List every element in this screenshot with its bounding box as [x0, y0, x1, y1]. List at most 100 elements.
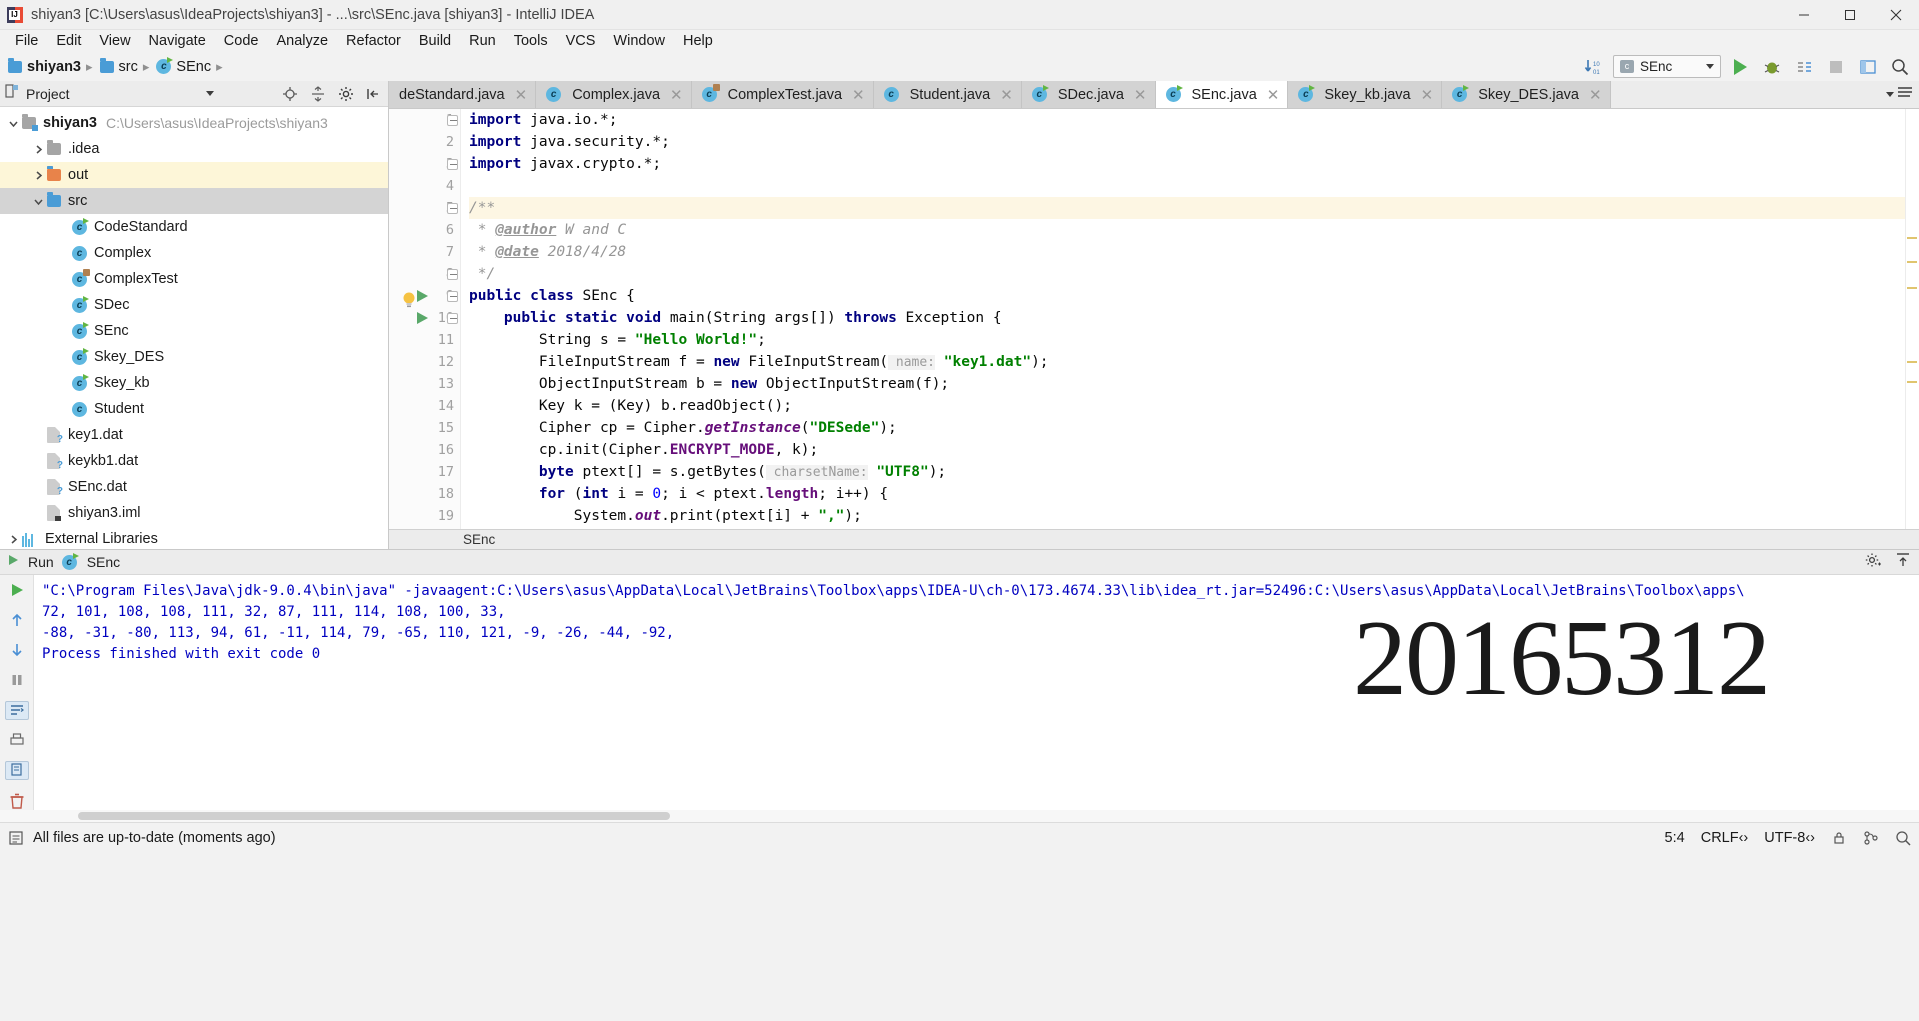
scrollbar-thumb[interactable]: [78, 812, 670, 820]
run-configuration-selector[interactable]: SEnc: [1613, 55, 1721, 78]
breadcrumb-senc[interactable]: c SEnc ▸: [156, 57, 227, 75]
chevron-right-icon[interactable]: [29, 144, 47, 155]
menu-view[interactable]: View: [90, 32, 139, 50]
fold-icon[interactable]: [447, 202, 458, 214]
editor-tab-skey-des-java[interactable]: c Skey_DES.java ✕: [1442, 81, 1611, 108]
chevron-right-icon[interactable]: [29, 170, 47, 181]
hide-icon[interactable]: [1895, 552, 1911, 573]
inspection-icon[interactable]: [1895, 830, 1911, 846]
editor-tab-complextest-java[interactable]: c ComplexTest.java ✕: [691, 81, 874, 108]
run-gutter-icon[interactable]: [417, 290, 428, 302]
code-content[interactable]: import java.io.*; import java.security.*;…: [461, 109, 1919, 529]
breadcrumb-src[interactable]: src ▸: [99, 57, 155, 75]
close-icon[interactable]: ✕: [1589, 86, 1602, 104]
rerun-button[interactable]: [5, 581, 29, 600]
debug-button[interactable]: [1759, 55, 1785, 79]
close-icon[interactable]: ✕: [1267, 86, 1280, 104]
chevron-down-icon[interactable]: [1886, 92, 1894, 97]
file-encoding[interactable]: UTF-8‹›: [1764, 830, 1815, 846]
fold-icon[interactable]: [447, 268, 458, 280]
line-separator[interactable]: CRLF‹›: [1701, 830, 1749, 846]
chevron-down-icon[interactable]: [205, 91, 214, 96]
clear-all-button[interactable]: [5, 791, 29, 810]
fold-icon[interactable]: [447, 158, 458, 170]
tree-node-key1-dat[interactable]: key1.dat: [0, 422, 388, 448]
menu-code[interactable]: Code: [215, 32, 268, 50]
tree-node-skey-kb[interactable]: c Skey_kb: [0, 370, 388, 396]
menu-run[interactable]: Run: [460, 32, 505, 50]
close-button[interactable]: [1873, 0, 1919, 30]
console-output[interactable]: "C:\Program Files\Java\jdk-9.0.4\bin\jav…: [34, 575, 1919, 810]
editor-tab-senc-java[interactable]: c SEnc.java ✕: [1155, 81, 1289, 108]
branch-icon[interactable]: [1863, 830, 1879, 846]
tree-node--idea[interactable]: .idea: [0, 136, 388, 162]
editor-tab-skey-kb-java[interactable]: c Skey_kb.java ✕: [1288, 81, 1443, 108]
breadcrumb-shiyan3[interactable]: shiyan3 ▸: [8, 57, 98, 75]
tree-node-external-libraries[interactable]: External Libraries: [0, 526, 388, 549]
menu-refactor[interactable]: Refactor: [337, 32, 410, 50]
print-button[interactable]: [5, 731, 29, 750]
editor-gutter[interactable]: 1234567891011121314151617181920: [389, 109, 461, 529]
hide-icon[interactable]: [366, 86, 382, 102]
intention-bulb-icon[interactable]: [401, 291, 417, 309]
console-horizontal-scrollbar[interactable]: [0, 810, 1919, 822]
chevron-down-icon[interactable]: [29, 196, 47, 207]
settings-icon[interactable]: [1865, 552, 1881, 573]
editor-tab-sdec-java[interactable]: c SDec.java ✕: [1021, 81, 1156, 108]
close-icon[interactable]: ✕: [1421, 86, 1434, 104]
tree-node-shiyan3[interactable]: shiyan3 C:\Users\asus\IdeaProjects\shiyan…: [0, 110, 388, 136]
event-log-icon[interactable]: [8, 830, 24, 846]
fold-icon[interactable]: [447, 114, 458, 126]
menu-window[interactable]: Window: [604, 32, 674, 50]
update-project-icon[interactable]: 10 01: [1581, 55, 1607, 79]
editor-scrollbar[interactable]: [1905, 109, 1919, 529]
settings-icon[interactable]: [338, 86, 354, 102]
lock-icon[interactable]: [1831, 830, 1847, 846]
tree-node-sdec[interactable]: c SDec: [0, 292, 388, 318]
close-icon[interactable]: ✕: [515, 86, 528, 104]
tree-node-skey-des[interactable]: c Skey_DES: [0, 344, 388, 370]
search-icon[interactable]: [1887, 55, 1913, 79]
run-button[interactable]: [1727, 55, 1753, 79]
locate-icon[interactable]: [282, 86, 298, 102]
tree-node-student[interactable]: c Student: [0, 396, 388, 422]
fold-icon[interactable]: [447, 290, 458, 302]
tab-list-icon[interactable]: [1897, 85, 1913, 104]
tree-node-shiyan3-iml[interactable]: shiyan3.iml: [0, 500, 388, 526]
code-editor[interactable]: 1234567891011121314151617181920 import j…: [389, 109, 1919, 529]
editor-tab-student-java[interactable]: c Student.java ✕: [873, 81, 1022, 108]
menu-file[interactable]: File: [6, 32, 47, 50]
menu-edit[interactable]: Edit: [47, 32, 90, 50]
tree-node-senc-dat[interactable]: SEnc.dat: [0, 474, 388, 500]
tree-node-complextest[interactable]: c ComplexTest: [0, 266, 388, 292]
stop-button[interactable]: [1823, 55, 1849, 79]
pause-button[interactable]: [5, 671, 29, 690]
menu-vcs[interactable]: VCS: [557, 32, 605, 50]
run-panel-config[interactable]: c SEnc: [61, 552, 120, 570]
menu-navigate[interactable]: Navigate: [140, 32, 215, 50]
chevron-right-icon[interactable]: [4, 534, 22, 545]
minimize-button[interactable]: [1781, 0, 1827, 30]
tree-node-out[interactable]: out: [0, 162, 388, 188]
editor-tab-complex-java[interactable]: c Complex.java ✕: [536, 81, 692, 108]
fold-icon[interactable]: [447, 312, 458, 324]
editor-tab-destandard-java[interactable]: deStandard.java ✕: [389, 81, 537, 108]
close-icon[interactable]: ✕: [1134, 86, 1147, 104]
menu-help[interactable]: Help: [674, 32, 722, 50]
caret-position[interactable]: 5:4: [1665, 830, 1685, 846]
menu-tools[interactable]: Tools: [505, 32, 557, 50]
close-icon[interactable]: ✕: [852, 86, 865, 104]
scroll-down-button[interactable]: [5, 641, 29, 660]
tree-node-src[interactable]: src: [0, 188, 388, 214]
scroll-up-button[interactable]: [5, 611, 29, 630]
menu-analyze[interactable]: Analyze: [267, 32, 337, 50]
soft-wrap-button[interactable]: [4, 700, 29, 720]
project-tree[interactable]: shiyan3 C:\Users\asus\IdeaProjects\shiyan…: [0, 107, 388, 549]
collapse-all-icon[interactable]: [310, 85, 326, 102]
chevron-down-icon[interactable]: [4, 118, 22, 129]
tree-node-codestandard[interactable]: c CodeStandard: [0, 214, 388, 240]
menu-build[interactable]: Build: [410, 32, 460, 50]
tree-node-keykb1-dat[interactable]: keykb1.dat: [0, 448, 388, 474]
close-icon[interactable]: ✕: [1000, 86, 1013, 104]
tree-node-senc[interactable]: c SEnc: [0, 318, 388, 344]
